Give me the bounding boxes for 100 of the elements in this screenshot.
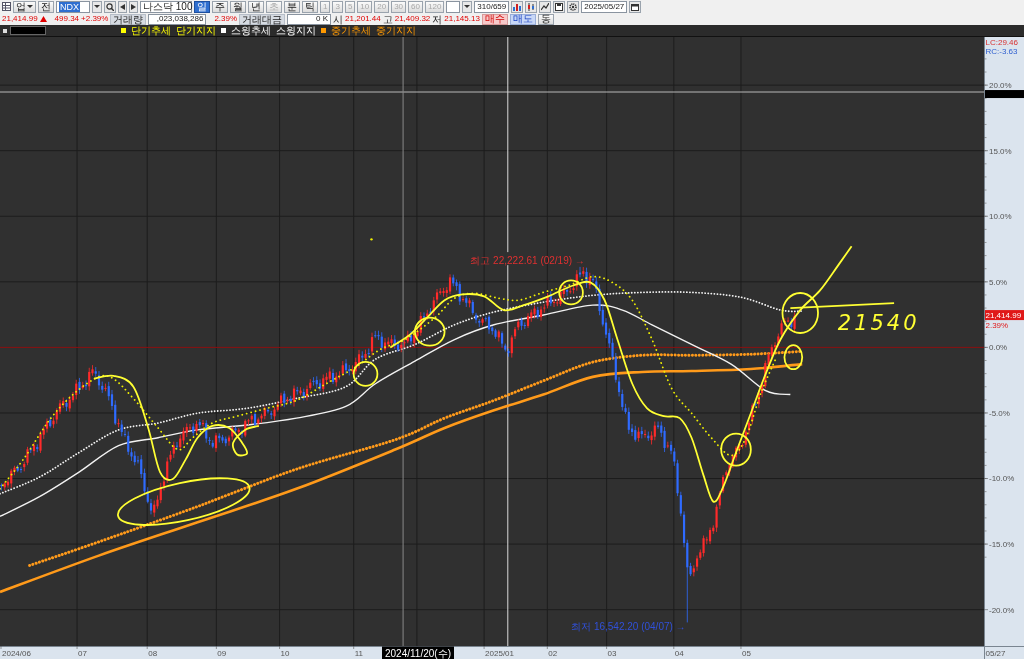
high-price: 21,409.32 xyxy=(394,14,431,24)
freehand-circle xyxy=(352,361,379,387)
title-field[interactable] xyxy=(10,26,46,35)
dot-icon xyxy=(370,238,373,241)
freehand-circle xyxy=(414,316,446,347)
time-label: 09 xyxy=(217,649,227,658)
period-tab[interactable]: 분 xyxy=(284,0,300,13)
legend-label: 단기지지 xyxy=(176,25,216,36)
settings-icon xyxy=(569,2,578,11)
price-change: 499.34 xyxy=(54,14,80,24)
previous-button[interactable] xyxy=(118,0,127,13)
chart-type-button[interactable] xyxy=(511,0,524,13)
axis-label: -15.0% xyxy=(989,540,1015,549)
order-button[interactable]: 동 xyxy=(537,13,554,25)
period-tab[interactable]: 월 xyxy=(230,0,246,13)
high-label: 고 xyxy=(382,13,393,25)
low-label: 저 xyxy=(432,13,443,25)
freehand-circle xyxy=(720,432,752,467)
scope-button[interactable]: 전 xyxy=(38,0,54,13)
grid-icon[interactable] xyxy=(2,2,11,11)
current-price: 21,414.99 xyxy=(2,14,38,24)
search-icon xyxy=(106,2,114,11)
time-label: 05 xyxy=(741,649,751,658)
dropdown-button[interactable] xyxy=(462,0,473,13)
volume-field: ,023,038,286 xyxy=(148,13,207,25)
right-triangle-icon xyxy=(131,3,136,10)
line-tool-icon xyxy=(541,2,550,11)
axis-label: 15.0% xyxy=(989,146,1012,156)
caret-icon xyxy=(464,5,471,8)
open-price: 21,201.44 xyxy=(345,14,381,24)
period-tab[interactable]: 년 xyxy=(248,0,264,13)
axis-label: 10.0% xyxy=(989,212,1012,222)
buy-button[interactable]: 매수 xyxy=(481,13,508,25)
cursor-value-marker xyxy=(985,90,1024,99)
axis-label: 5.0% xyxy=(989,277,1008,287)
legend-swatch-icon xyxy=(221,28,226,33)
candle-button[interactable] xyxy=(525,0,538,13)
time-label: 08 xyxy=(148,649,158,658)
settings-button[interactable] xyxy=(567,0,580,13)
time-label: 04 xyxy=(674,649,684,658)
calendar-button[interactable] xyxy=(629,0,642,13)
low-price: 21,145.13 xyxy=(444,14,480,24)
time-label: 10 xyxy=(280,649,290,658)
time-label: 05/27 xyxy=(985,649,1006,658)
time-label: 2024/06 xyxy=(2,649,31,658)
turnover-field: 0 K xyxy=(287,13,332,25)
right-change-label: RC:-3.63 xyxy=(985,47,1018,56)
price-rate-label: 2.39% xyxy=(985,321,1009,331)
input-field[interactable] xyxy=(446,0,461,13)
volume-rate: 2.39% xyxy=(214,14,238,24)
save-button[interactable] xyxy=(553,0,566,13)
dropdown-button[interactable] xyxy=(92,0,102,13)
period-tab[interactable]: 주 xyxy=(212,0,228,13)
time-label: 07 xyxy=(78,649,87,658)
market-type-select[interactable]: 업 xyxy=(13,0,36,13)
change-rate: +2.39% xyxy=(81,14,109,24)
save-icon xyxy=(555,2,564,11)
axis-label: -10.0% xyxy=(989,474,1015,484)
caret-icon xyxy=(27,5,33,8)
left-triangle-icon xyxy=(120,3,125,10)
axis-label: 20.0% xyxy=(989,81,1012,91)
bar-chart-icon xyxy=(513,2,522,11)
candle-icon xyxy=(527,2,536,11)
up-triangle-icon xyxy=(39,16,47,22)
calendar-icon xyxy=(631,2,640,11)
low-note: 최저 16,542.20 (04/07) → xyxy=(571,621,686,633)
legend-label: 스윙지지 xyxy=(276,25,316,36)
search-button[interactable] xyxy=(104,0,116,13)
time-label: 03 xyxy=(607,649,617,658)
line-tool-button[interactable] xyxy=(539,0,552,13)
turnover-label: 거래대금 xyxy=(239,13,286,25)
date-field[interactable]: 2025/05/27 xyxy=(581,0,628,13)
freehand-circle xyxy=(783,344,804,371)
open-label: 시 xyxy=(333,13,344,25)
time-label: 11 xyxy=(354,649,363,658)
legend-swatch-icon xyxy=(121,28,126,33)
caret-icon xyxy=(94,5,100,8)
high-note: 최고 22,222.61 (02/19) → xyxy=(470,252,585,266)
sell-button[interactable]: 매도 xyxy=(509,13,536,25)
name-field[interactable]: 나스닥 100 xyxy=(140,0,192,13)
legend-label: 스윙추세 xyxy=(231,25,271,36)
code-field[interactable]: NDX xyxy=(56,0,90,13)
left-change-label: LC:29.46 xyxy=(985,38,1018,47)
axis-label: 0.0% xyxy=(989,343,1008,353)
legend-label: 단기추세 xyxy=(131,25,171,36)
time-label: 2025/01 xyxy=(485,649,514,658)
period-tab[interactable]: 일 xyxy=(194,0,210,13)
axis-label: -5.0% xyxy=(989,408,1010,418)
period-tab[interactable]: 틱 xyxy=(302,0,318,13)
axis-label: -20.0% xyxy=(989,605,1015,615)
legend-swatch-icon xyxy=(321,28,326,33)
handwritten-number: 21540 xyxy=(837,310,920,335)
time-label: 02 xyxy=(548,649,558,658)
next-button[interactable] xyxy=(129,0,138,13)
count-field[interactable]: 310/659 xyxy=(474,0,510,13)
legend-label: 중기지지 xyxy=(376,25,416,36)
freehand-circle xyxy=(558,279,584,306)
volume-label: 거래량 xyxy=(110,13,147,25)
legend-label: 중기추세 xyxy=(331,25,371,36)
freehand-circle xyxy=(781,292,819,334)
